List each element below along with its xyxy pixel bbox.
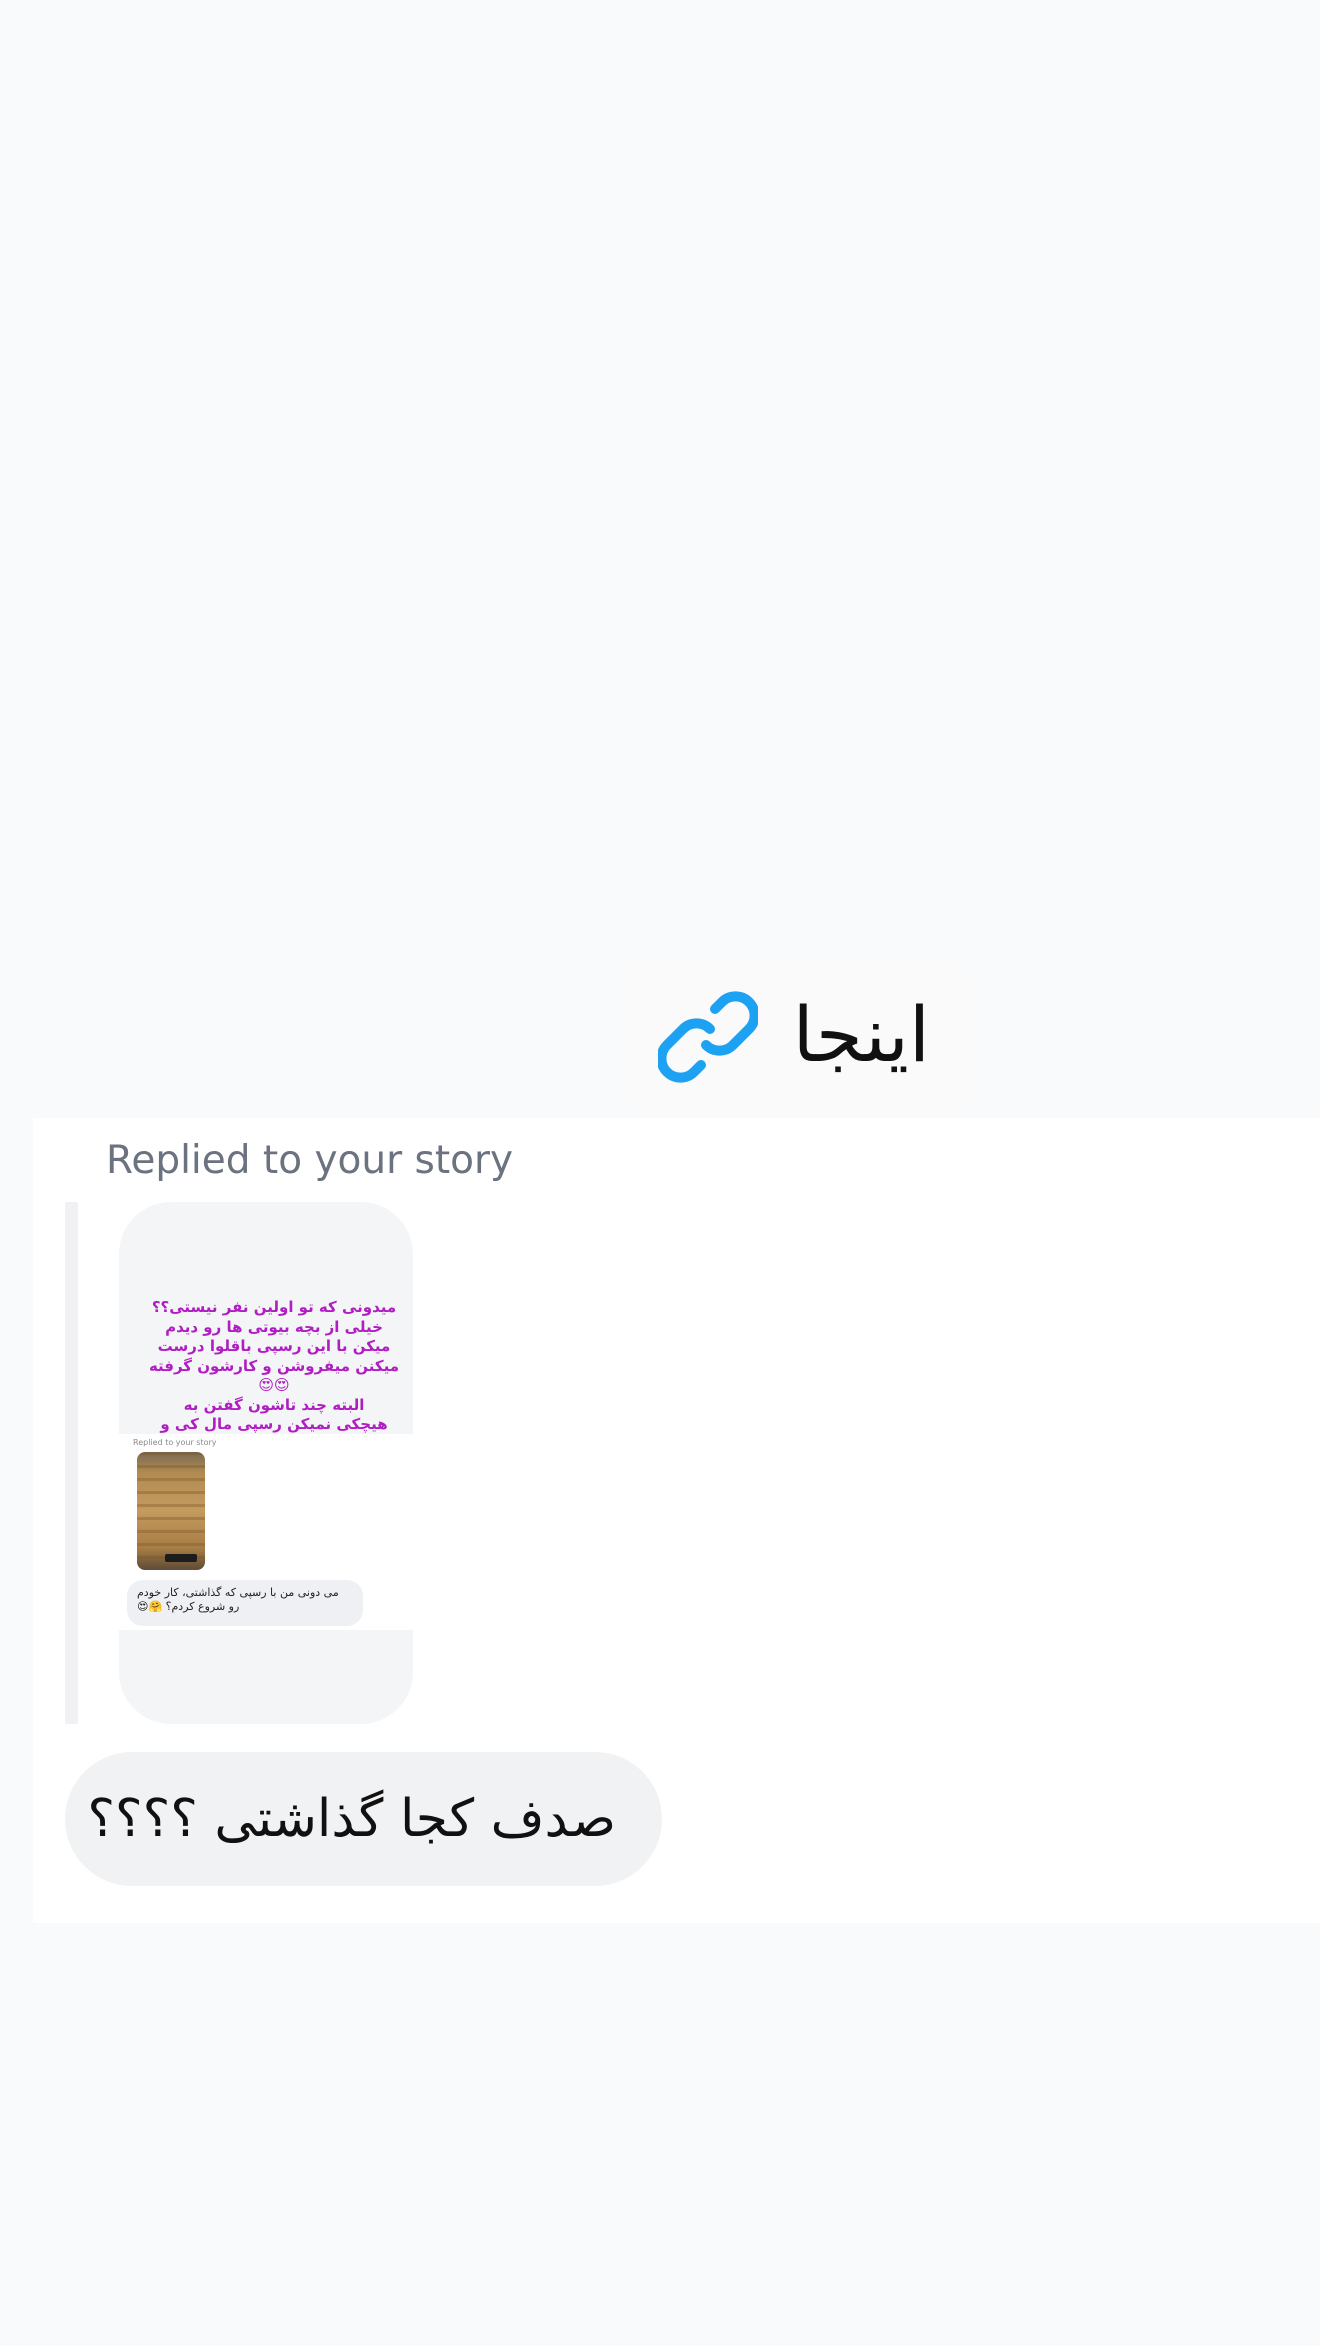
link-message-text: اینجا (792, 990, 930, 1079)
photo-badge (165, 1554, 197, 1562)
replied-to-story-label: Replied to your story (106, 1138, 514, 1183)
story-reply-message: Replied to your story میدونی که تو اولین… (33, 1118, 1320, 1923)
embedded-message-bubble: می دونی من با رسپی که گذاشتی، کار خودم ر… (127, 1580, 363, 1626)
reply-message-text: صدف کجا گذاشتی ؟؟؟؟ (87, 1789, 616, 1849)
reply-message-bubble[interactable]: صدف کجا گذاشتی ؟؟؟؟ (65, 1752, 662, 1886)
story-embedded-screenshot: Replied to your story می دونی من با رسپی… (119, 1434, 413, 1630)
story-preview-thumbnail[interactable]: میدونی که تو اولین نفر نیستی؟؟ خیلی از ب… (119, 1202, 413, 1724)
quote-bar (65, 1202, 78, 1724)
embedded-message-text: می دونی من با رسپی که گذاشتی، کار خودم ر… (137, 1586, 339, 1613)
link-icon (658, 991, 758, 1083)
link-message-bubble[interactable]: اینجا (618, 951, 974, 1121)
baklava-photo (137, 1452, 205, 1570)
story-caption-text: میدونی که تو اولین نفر نیستی؟؟ خیلی از ب… (148, 1298, 400, 1453)
embedded-replied-label: Replied to your story (133, 1438, 217, 1447)
